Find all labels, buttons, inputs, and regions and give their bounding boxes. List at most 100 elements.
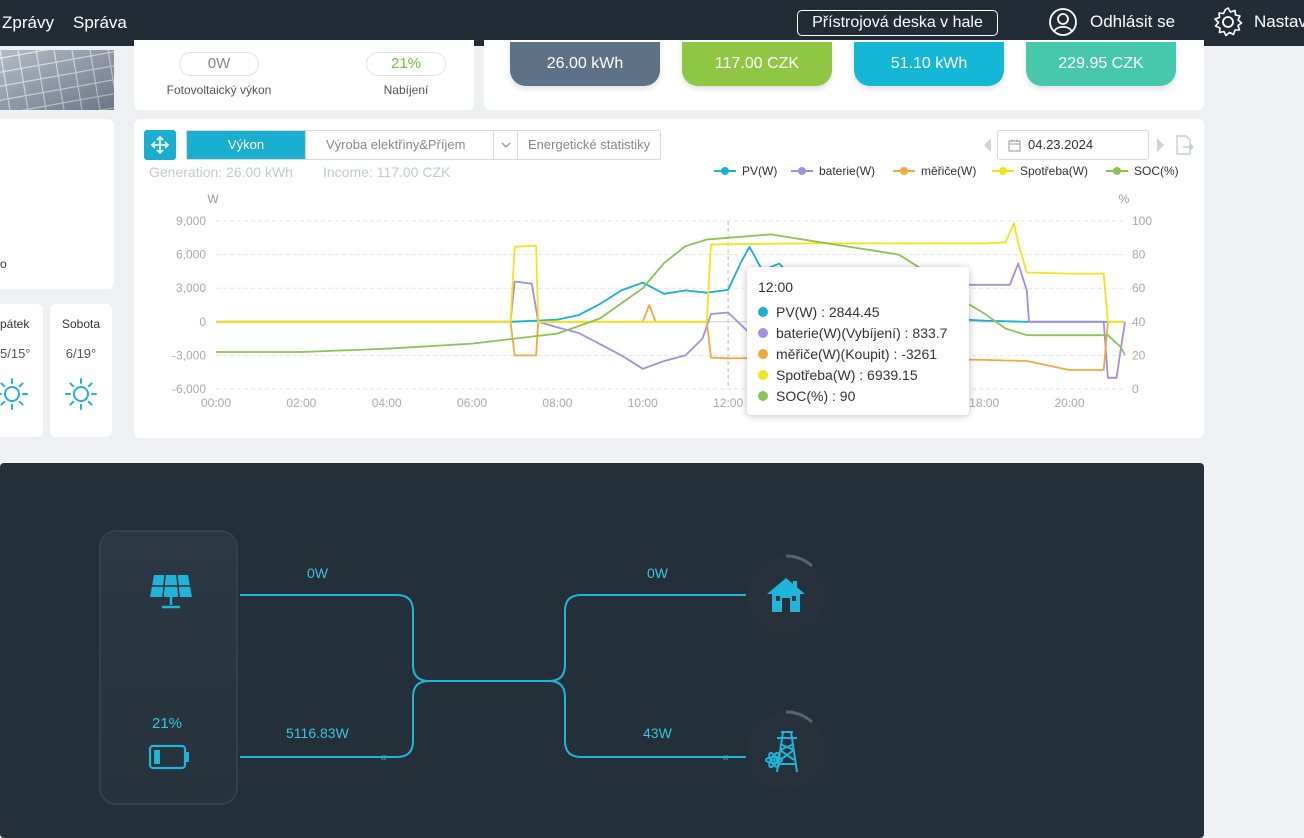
home-icon <box>767 578 805 612</box>
weather-day: Sobota <box>61 317 101 331</box>
legend-swatch <box>1106 167 1128 175</box>
y2-tick-label: 60 <box>1132 281 1146 295</box>
x-tick-label: 20:00 <box>1055 396 1085 410</box>
tab-generation-income-label: Výroba elektřiny&Příjem <box>326 137 466 152</box>
legend-swatch <box>992 167 1014 175</box>
tooltip-value: SOC(%) : 90 <box>776 387 856 404</box>
sun-icon <box>0 378 28 410</box>
tooltip-value: baterie(W)(Vybíjení) : 833.7 <box>776 324 948 341</box>
legend-item-battery[interactable]: baterie(W) <box>791 164 875 178</box>
grid-tower-icon <box>765 731 798 773</box>
x-tick-label: 06:00 <box>457 396 487 410</box>
y2-axis-unit: % <box>1119 192 1130 206</box>
series-line-3 <box>216 222 1125 323</box>
y2-tick-label: 100 <box>1132 214 1152 228</box>
power-status-card: 0W Fotovoltaický výkon 21% Nabíjení <box>134 40 474 110</box>
legend-item-soc[interactable]: SOC(%) <box>1106 164 1179 178</box>
generation-summary: Generation: 26.00 kWh <box>149 164 293 180</box>
legend-swatch <box>714 167 736 175</box>
hall-dashboard-button[interactable]: Přístrojová deska v hale <box>797 10 998 36</box>
legend-item-consumption[interactable]: Spotřeba(W) <box>992 164 1088 178</box>
next-date-icon[interactable] <box>1154 136 1166 154</box>
device-info-card: o <box>0 119 114 289</box>
nav-messages[interactable]: Zprávy <box>2 13 54 33</box>
user-icon <box>1049 8 1077 36</box>
legend-swatch <box>791 167 813 175</box>
tooltip-row: baterie(W)(Vybíjení) : 833.7 <box>758 322 969 343</box>
grid-flow-value: 43W <box>643 725 672 741</box>
x-tick-label: 00:00 <box>201 396 231 410</box>
prev-date-icon[interactable] <box>982 136 994 154</box>
legend-swatch <box>893 167 915 175</box>
flow-diagram: « « <box>99 530 825 805</box>
pv-power-value: 0W <box>179 52 259 76</box>
date-picker[interactable]: 04.23.2024 <box>997 130 1149 160</box>
y2-tick-label: 20 <box>1132 348 1146 362</box>
legend-item-pv[interactable]: PV(W) <box>714 164 777 178</box>
tooltip-value: PV(W) : 2844.45 <box>776 303 880 320</box>
tooltip-time: 12:00 <box>758 279 794 295</box>
battery-flow-value: 5116.83W <box>286 725 349 741</box>
settings-button[interactable]: Nastav <box>1212 6 1304 38</box>
chart-tabs: Výkon Výroba elektřiny&Příjem Energetick… <box>186 130 662 160</box>
date-value: 04.23.2024 <box>1028 137 1094 152</box>
series-line-4 <box>216 233 1126 356</box>
x-tick-label: 08:00 <box>542 396 572 410</box>
logout-label: Odhlásit se <box>1090 12 1176 31</box>
tooltip-row: PV(W) : 2844.45 <box>758 301 969 322</box>
calendar-icon <box>1008 139 1021 152</box>
home-flow-value: 0W <box>647 565 668 581</box>
solar-panel-icon <box>150 574 192 609</box>
x-tick-label: 12:00 <box>713 396 743 410</box>
settings-label: Nastav <box>1254 12 1304 31</box>
weather-card-friday: pátek 5/15° <box>0 304 43 437</box>
y-tick-label: 0 <box>199 315 206 329</box>
tab-energy-statistics[interactable]: Energetické statistiky <box>518 131 660 159</box>
pv-power-label: Fotovoltaický výkon <box>166 83 272 97</box>
nav-management[interactable]: Správa <box>73 13 127 33</box>
x-tick-label: 02:00 <box>286 396 316 410</box>
x-tick-label: 04:00 <box>372 396 402 410</box>
tile-total-income: 229.95 CZK <box>1026 42 1176 86</box>
legend-label: baterie(W) <box>819 164 876 178</box>
power-chart[interactable]: W % 9,000 6,000 3,000 0 -3,000 -6,000 100 80 60 4… <box>134 186 1204 416</box>
series-line-2 <box>216 304 1125 371</box>
y2-tick-label: 80 <box>1132 248 1146 262</box>
tab-power[interactable]: Výkon <box>187 131 306 159</box>
income-summary: Income: 117.00 CZK <box>323 164 451 180</box>
weather-card-saturday: Sobota 6/19° <box>50 304 112 437</box>
tab-generation-income[interactable]: Výroba elektřiny&Příjem <box>306 131 518 159</box>
gear-icon <box>1214 7 1243 37</box>
chevron-down-icon[interactable] <box>493 131 517 159</box>
y2-tick-label: 0 <box>1132 382 1139 396</box>
svg-text:«: « <box>722 750 729 764</box>
export-icon[interactable] <box>1172 133 1196 157</box>
legend-label: SOC(%) <box>1134 164 1179 178</box>
legend-label: měřiče(W) <box>921 164 977 178</box>
x-tick-label: 18:00 <box>969 396 999 410</box>
tile-generation: 26.00 kWh <box>510 42 660 86</box>
move-button[interactable] <box>144 130 176 160</box>
tile-total-generation: 51.10 kWh <box>854 42 1004 86</box>
weather-day: pátek <box>0 317 30 331</box>
tooltip-value: Spotřeba(W) : 6939.15 <box>776 366 918 383</box>
device-info-text: o <box>0 257 7 271</box>
energy-flow-panel: « « 21% 0W 5116.83W 0W 43W <box>0 463 1204 838</box>
y2-tick-label: 40 <box>1132 315 1146 329</box>
battery-icon <box>148 744 189 770</box>
weather-temp: 6/19° <box>65 346 97 361</box>
legend-label: Spotřeba(W) <box>1020 164 1089 178</box>
tooltip-value: měřiče(W)(Koupit) : -3261 <box>776 345 938 362</box>
legend-item-meter[interactable]: měřiče(W) <box>893 164 976 178</box>
y-tick-label: -6,000 <box>172 382 206 396</box>
pv-flow-value: 0W <box>307 565 328 581</box>
weather-temp: 5/15° <box>0 346 31 361</box>
x-tick-label: 10:00 <box>628 396 658 410</box>
move-arrows-icon <box>151 136 169 154</box>
chart-tooltip: 12:00 PV(W) : 2844.45 baterie(W)(Vybíjen… <box>747 267 969 415</box>
battery-soc: 21% <box>152 715 183 732</box>
charge-label: Nabíjení <box>383 83 429 97</box>
logout-button[interactable]: Odhlásit se <box>1048 6 1175 38</box>
tooltip-row: měřiče(W)(Koupit) : -3261 <box>758 343 969 364</box>
legend-label: PV(W) <box>742 164 778 178</box>
